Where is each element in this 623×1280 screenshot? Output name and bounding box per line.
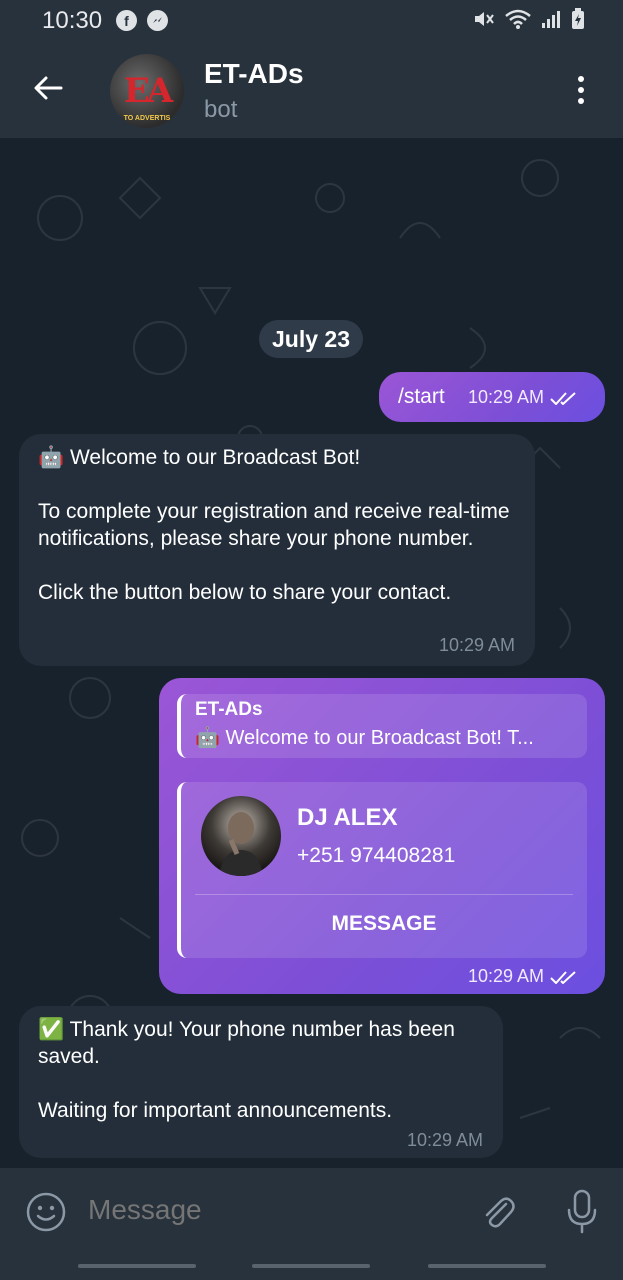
chat-area[interactable]: July 23 /start 10:29 AM 🤖 Welcome to our… [0, 138, 623, 1168]
outgoing-contact-message[interactable]: ET-ADs 🤖 Welcome to our Broadcast Bot! T… [159, 678, 605, 994]
message-time: 10:29 AM [406, 1130, 483, 1150]
chat-subtitle: bot [204, 96, 238, 123]
message-time: 10:29 AM [438, 635, 515, 655]
more-vertical-icon-dot [578, 87, 584, 93]
mute-icon [475, 12, 494, 26]
messenger-icon [147, 10, 168, 31]
message-time-text: 10:29 AM [468, 966, 545, 986]
more-vertical-icon-dot [578, 98, 584, 104]
incoming-message[interactable]: ✅ Thank you! Your phone number has been … [19, 1006, 503, 1158]
outgoing-message[interactable]: /start 10:29 AM [379, 372, 605, 422]
arrow-left-icon [34, 76, 63, 100]
paperclip-icon [485, 1197, 515, 1228]
status-app-icons: f [116, 10, 168, 31]
reply-preview[interactable]: ET-ADs 🤖 Welcome to our Broadcast Bot! T… [177, 694, 587, 758]
message-text: /start [398, 385, 445, 408]
chat-header: 10:30 f EA TO ADVERTIS ET-ADs bot [0, 0, 623, 138]
contact-name: DJ ALEX [297, 804, 398, 831]
microphone-icon [567, 1189, 597, 1234]
message-time: 10:29 AM [468, 966, 578, 987]
more-vertical-icon [578, 76, 584, 82]
contact-photo-image [219, 812, 263, 876]
double-check-icon [550, 391, 576, 405]
incoming-message[interactable]: 🤖 Welcome to our Broadcast Bot! To compl… [19, 434, 535, 666]
more-options-button[interactable] [561, 68, 601, 112]
signal-icon [542, 11, 560, 28]
emoji-button[interactable] [26, 1192, 66, 1232]
status-bar: 10:30 f [0, 0, 623, 42]
contact-phone: +251 974408281 [297, 844, 456, 867]
reply-author: ET-ADs [195, 699, 263, 720]
reply-snippet: 🤖 Welcome to our Broadcast Bot! T... [195, 727, 534, 749]
wifi-icon [505, 9, 531, 29]
app-bar: EA TO ADVERTIS ET-ADs bot [0, 42, 623, 138]
contact-avatar[interactable] [201, 796, 281, 876]
message-composer [0, 1168, 623, 1256]
avatar-logo-subtext: TO ADVERTIS [123, 115, 171, 122]
message-contact-button[interactable]: MESSAGE [181, 912, 587, 936]
battery-icon [572, 8, 584, 29]
date-separator: July 23 [259, 320, 363, 358]
divider [195, 894, 573, 895]
attach-button[interactable] [478, 1192, 518, 1232]
avatar-logo-text: EA [123, 71, 173, 111]
voice-record-button[interactable] [562, 1188, 602, 1234]
back-button[interactable] [24, 64, 72, 112]
message-input[interactable] [88, 1194, 448, 1226]
nav-recents[interactable] [78, 1264, 196, 1268]
nav-home[interactable] [252, 1264, 370, 1268]
double-check-icon [550, 970, 576, 984]
system-status-icons [473, 8, 585, 30]
facebook-icon: f [116, 10, 137, 31]
message-text: ✅ Thank you! Your phone number has been … [38, 1018, 455, 1122]
message-time: 10:29 AM [468, 387, 578, 408]
bot-avatar[interactable]: EA TO ADVERTIS [110, 54, 184, 128]
emoji-icon [26, 1192, 66, 1232]
message-time-text: 10:29 AM [468, 387, 545, 407]
status-time: 10:30 [42, 7, 103, 34]
message-text: 🤖 Welcome to our Broadcast Bot! To compl… [38, 446, 510, 604]
chat-title[interactable]: ET-ADs [204, 58, 304, 90]
nav-back[interactable] [428, 1264, 546, 1268]
system-navigation-bar [0, 1256, 623, 1280]
shared-contact-card[interactable]: DJ ALEX +251 974408281 MESSAGE [177, 782, 587, 958]
